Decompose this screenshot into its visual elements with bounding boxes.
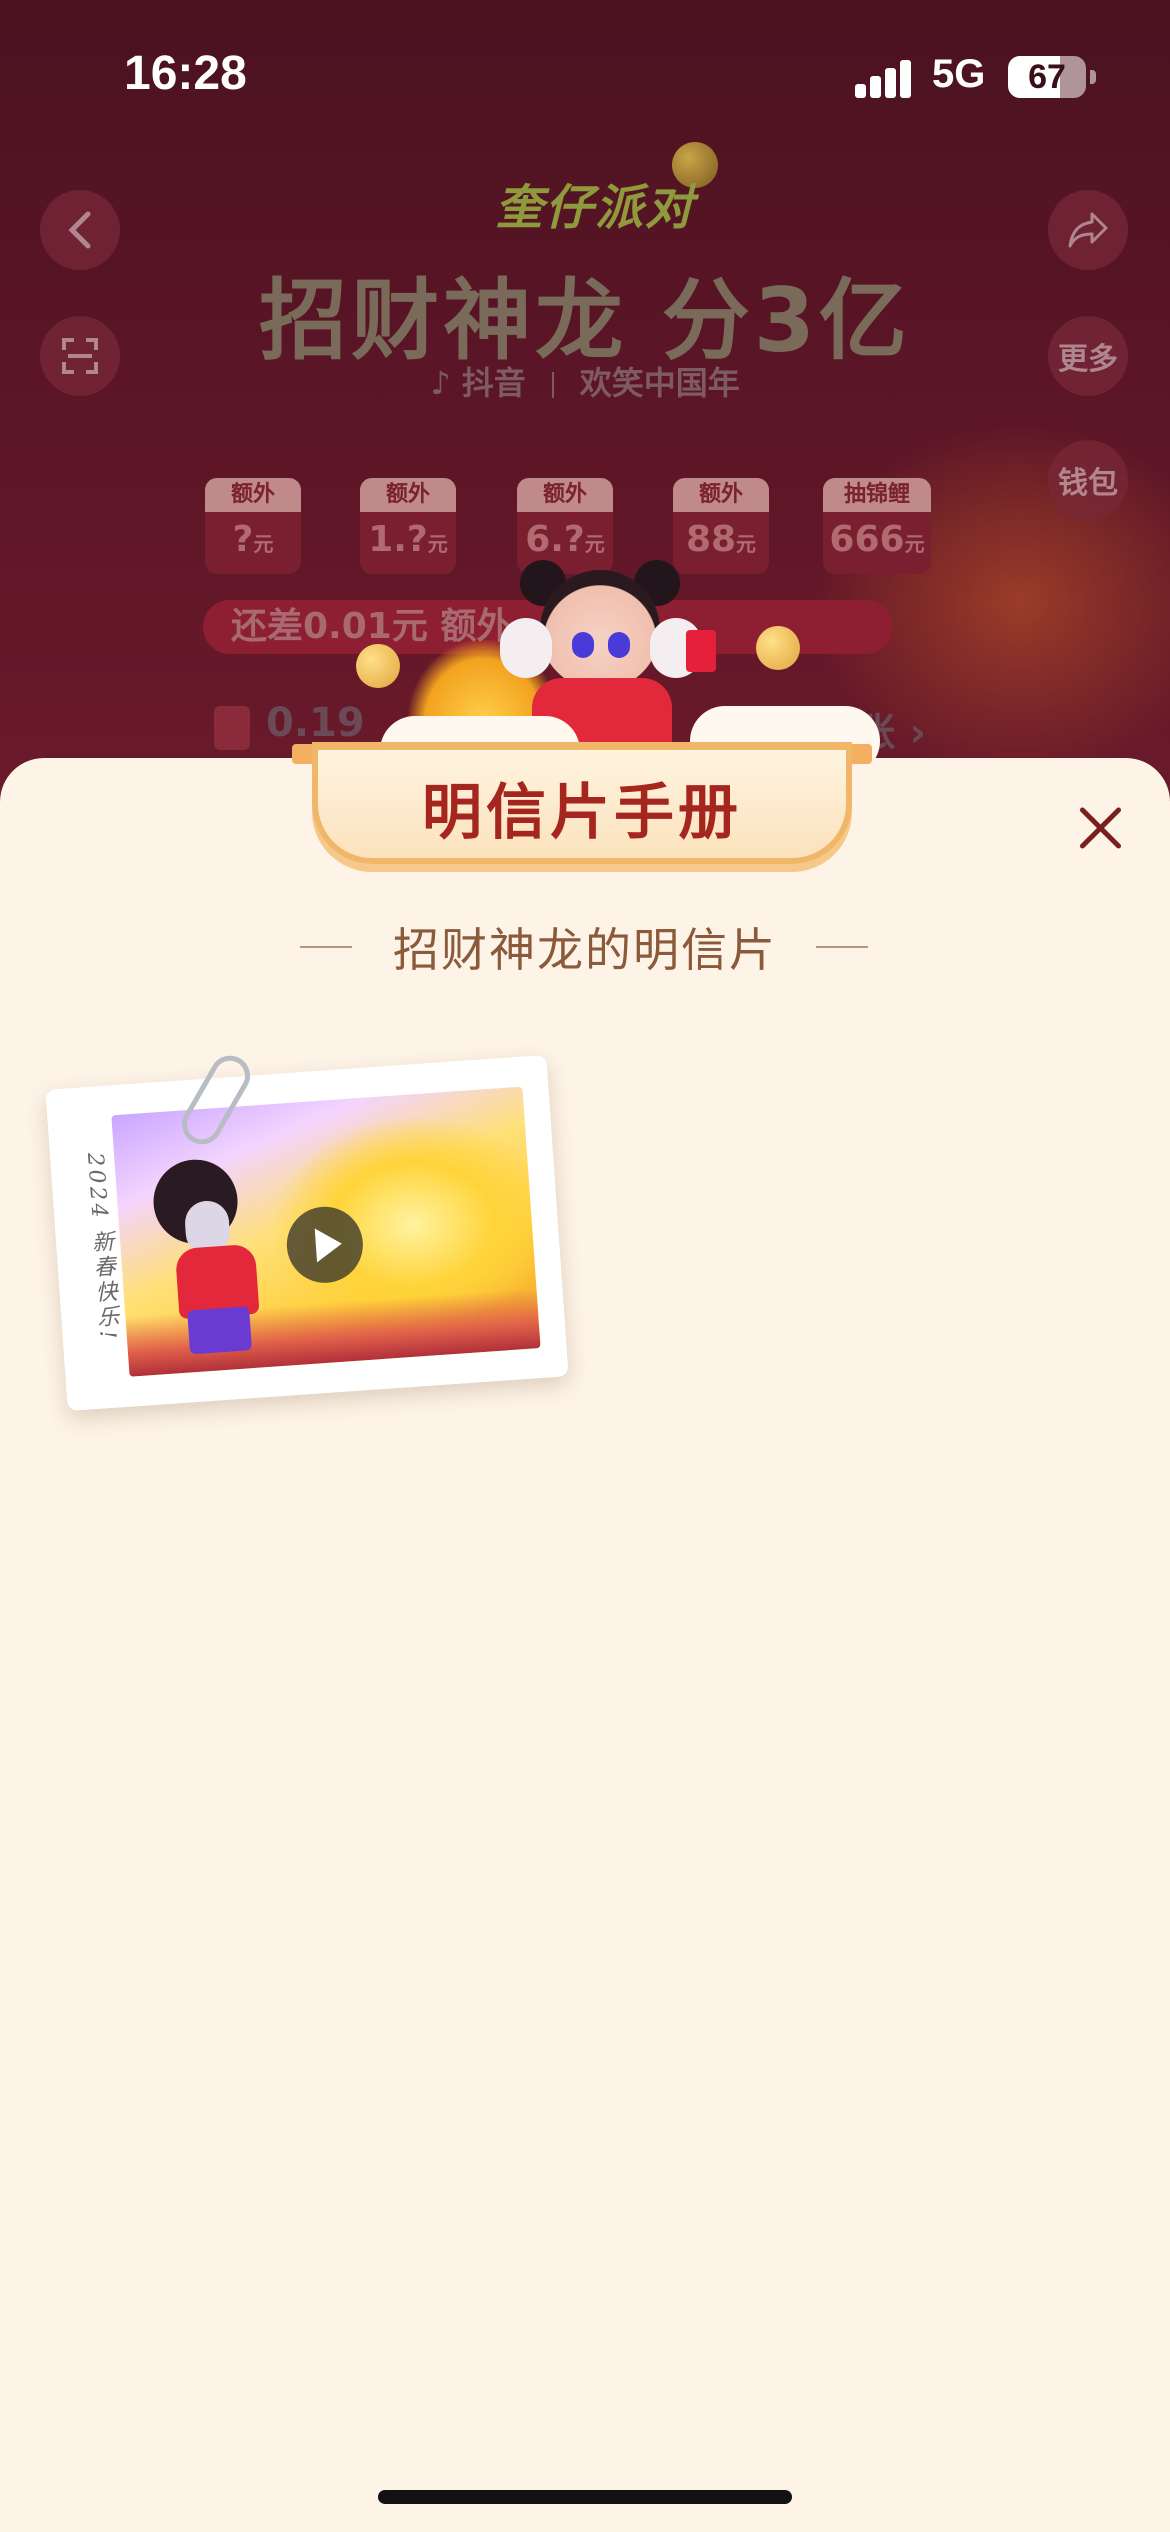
coin-icon — [356, 644, 400, 688]
activity-background: 16:28 5G 67 更多 钱包 奎仔派对 招财神龙 分3亿 ♪ 抖音 欢笑中国… — [0, 0, 1170, 800]
postcard-video-thumbnail[interactable] — [111, 1086, 541, 1377]
divider — [816, 946, 868, 948]
section-title: 招财神龙的明信片 — [393, 923, 777, 977]
wallet-button[interactable]: 钱包 — [1048, 440, 1128, 520]
home-indicator[interactable] — [378, 2490, 792, 2504]
red-envelope-icon — [214, 706, 250, 750]
close-button[interactable] — [1068, 796, 1132, 860]
postcard-card[interactable]: 2024 新春快乐! — [45, 1054, 569, 1412]
battery-icon: 67 — [1008, 56, 1086, 98]
brand-label: 抖音 — [461, 364, 526, 402]
douyin-icon: ♪ — [430, 364, 451, 402]
status-time: 16:28 — [124, 47, 247, 100]
arrival-amount: 0.19 — [266, 700, 365, 746]
coin-icon — [756, 626, 800, 670]
slogan-label: 欢笑中国年 — [579, 364, 740, 402]
event-logo: 奎仔派对 — [495, 180, 696, 236]
prize-card: 额外 1.?元 — [360, 478, 456, 574]
battery-percent: 67 — [1028, 58, 1066, 96]
red-envelope-icon — [686, 630, 716, 672]
network-label: 5G — [932, 52, 986, 96]
sheet-title-banner: 明信片手册 — [292, 742, 872, 872]
chevron-left-icon — [68, 211, 91, 249]
battery-tip — [1090, 70, 1096, 84]
event-subtitle: ♪ 抖音 欢笑中国年 — [0, 358, 1170, 404]
sheet-title: 明信片手册 — [422, 778, 742, 848]
postcard-album-sheet — [0, 758, 1170, 2532]
prize-card: 额外 ?元 — [205, 478, 301, 574]
signal-icon — [855, 58, 915, 98]
share-icon — [1068, 212, 1108, 248]
status-bar: 16:28 5G 67 — [0, 0, 1170, 150]
prize-card-koi: 抽锦鲤 666元 — [823, 478, 931, 574]
